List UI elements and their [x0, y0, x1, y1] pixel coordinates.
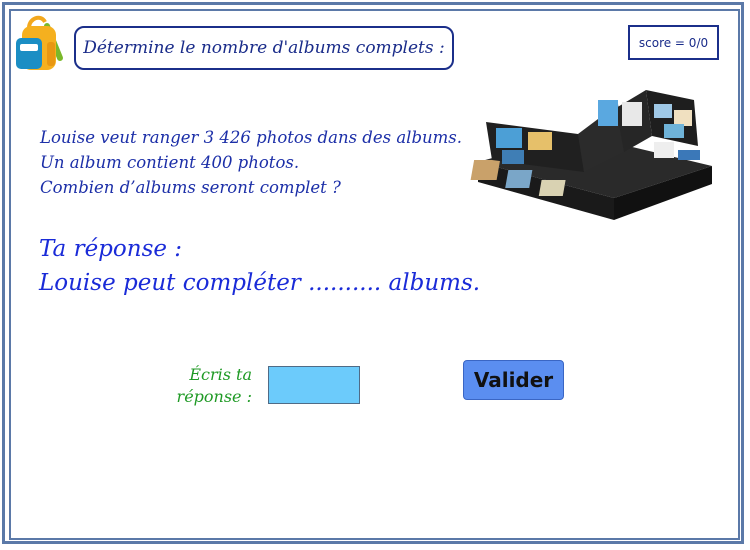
input-prompt-label: Écris ta réponse :	[170, 364, 252, 408]
backpack-icon	[16, 15, 63, 70]
score-display: score = 0/0	[628, 25, 719, 60]
answer-input[interactable]	[268, 366, 360, 404]
input-prompt-line-2: réponse :	[176, 387, 252, 406]
problem-line-1: Louise veut ranger 3 426 photos dans des…	[40, 128, 462, 147]
problem-line-2: Un album contient 400 photos.	[40, 153, 300, 172]
answer-sentence: Louise peut compléter .......... albums.	[39, 270, 481, 296]
problem-statement: Louise veut ranger 3 426 photos dans des…	[40, 125, 462, 200]
instruction-text: Détermine le nombre d'albums complets :	[83, 38, 445, 58]
validate-button[interactable]: Valider	[463, 360, 564, 400]
score-text: score = 0/0	[638, 35, 709, 50]
input-prompt-line-1: Écris ta	[189, 365, 252, 384]
answer-title: Ta réponse :	[39, 236, 183, 262]
instruction-box: Détermine le nombre d'albums complets :	[74, 26, 454, 70]
problem-line-3: Combien d’albums seront complet ?	[40, 178, 341, 197]
photo-album-image	[466, 70, 718, 242]
